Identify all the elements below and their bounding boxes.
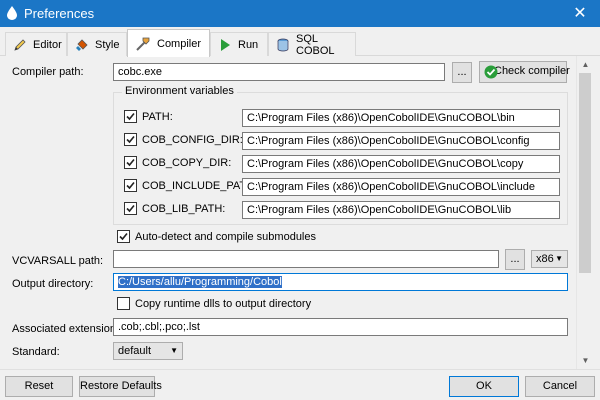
tab-label: Run xyxy=(238,38,259,51)
checkmark-icon xyxy=(126,158,135,167)
tab-style[interactable]: Style xyxy=(67,32,127,56)
tab-strip: Editor Style Compiler Run SQL COBOL xyxy=(0,27,600,57)
arch-select[interactable]: x86 ▼ xyxy=(531,250,568,268)
compiler-icon xyxy=(136,37,150,51)
tab-label: Compiler xyxy=(157,37,202,50)
cob-include-path-label: COB_INCLUDE_PATH: xyxy=(142,180,258,192)
dialog-button-bar: Reset Restore Defaults OK Cancel xyxy=(0,369,600,400)
path-label: PATH: xyxy=(142,111,173,123)
tab-compiler[interactable]: Compiler xyxy=(127,29,210,57)
output-directory-input[interactable]: C:/Users/allu/Programming/Cobol xyxy=(113,273,568,291)
title-bar: Preferences ✕ xyxy=(0,0,600,27)
cob-config-dir-input[interactable]: C:\Program Files (x86)\OpenCobolIDE\GnuC… xyxy=(242,132,560,150)
standard-label: Standard: xyxy=(12,346,60,358)
auto-detect-label: Auto-detect and compile submodules xyxy=(135,231,316,243)
checkmark-icon xyxy=(126,204,135,213)
tab-run[interactable]: Run xyxy=(210,32,268,56)
copy-dlls-label: Copy runtime dlls to output directory xyxy=(135,298,312,310)
path-checkbox[interactable] xyxy=(124,110,137,123)
checkmark-icon xyxy=(119,232,128,241)
associated-extensions-label: Associated extensions: xyxy=(12,323,125,335)
tab-label: Editor xyxy=(33,38,62,51)
scroll-up-icon[interactable]: ▲ xyxy=(577,56,594,73)
compiler-path-label: Compiler path: xyxy=(12,66,84,78)
compiler-settings-panel: Compiler path: cobc.exe ... Check compil… xyxy=(0,56,600,369)
app-icon xyxy=(7,6,17,20)
chevron-down-icon: ▼ xyxy=(555,254,563,263)
checkmark-icon xyxy=(126,181,135,190)
check-compiler-label: Check compiler xyxy=(494,65,570,77)
output-directory-label: Output directory: xyxy=(12,278,94,290)
cob-copy-dir-label: COB_COPY_DIR: xyxy=(142,157,232,169)
window-title: Preferences xyxy=(24,6,95,21)
checkmark-icon xyxy=(126,112,135,121)
check-compiler-button[interactable]: Check compiler xyxy=(479,61,570,83)
standard-select-value: default xyxy=(118,345,152,357)
scroll-down-icon[interactable]: ▼ xyxy=(577,352,594,369)
cob-include-path-input[interactable]: C:\Program Files (x86)\OpenCobolIDE\GnuC… xyxy=(242,178,560,196)
vcvarsall-label: VCVARSALL path: xyxy=(12,255,104,267)
tab-sql-cobol[interactable]: SQL COBOL xyxy=(268,32,356,57)
compiler-path-browse-button[interactable]: ... xyxy=(452,62,472,83)
cob-include-path-checkbox[interactable] xyxy=(124,179,137,192)
close-window-button[interactable]: ✕ xyxy=(560,0,600,27)
tab-label: SQL COBOL xyxy=(296,32,335,57)
cob-copy-dir-checkbox[interactable] xyxy=(124,156,137,169)
arch-select-value: x86 xyxy=(536,253,554,265)
reset-button[interactable]: Reset xyxy=(5,376,73,397)
checkmark-icon xyxy=(126,135,135,144)
vertical-scrollbar[interactable]: ▲ ▼ xyxy=(576,56,593,369)
tab-label: Style xyxy=(95,38,120,51)
ok-button[interactable]: OK xyxy=(449,376,519,397)
cob-copy-dir-input[interactable]: C:\Program Files (x86)\OpenCobolIDE\GnuC… xyxy=(242,155,560,173)
play-icon xyxy=(221,38,230,51)
cob-lib-path-label: COB_LIB_PATH: xyxy=(142,203,226,215)
paint-bucket-icon xyxy=(76,38,88,51)
cob-config-dir-label: COB_CONFIG_DIR: xyxy=(142,134,243,146)
chevron-down-icon: ▼ xyxy=(170,346,178,355)
scrollbar-thumb[interactable] xyxy=(579,73,591,273)
output-directory-value: C:/Users/allu/Programming/Cobol xyxy=(118,276,282,288)
associated-extensions-input[interactable]: .cob;.cbl;.pco;.lst xyxy=(113,318,568,336)
cob-config-dir-checkbox[interactable] xyxy=(124,133,137,146)
pencil-icon xyxy=(14,38,26,51)
database-icon xyxy=(277,38,289,51)
cob-lib-path-input[interactable]: C:\Program Files (x86)\OpenCobolIDE\GnuC… xyxy=(242,201,560,219)
copy-dlls-checkbox[interactable] xyxy=(117,297,130,310)
standard-select[interactable]: default ▼ xyxy=(113,342,183,360)
vcvarsall-input[interactable] xyxy=(113,250,499,268)
cob-lib-path-checkbox[interactable] xyxy=(124,202,137,215)
tab-editor[interactable]: Editor xyxy=(5,32,67,56)
environment-variables-legend: Environment variables xyxy=(122,85,237,97)
path-input[interactable]: C:\Program Files (x86)\OpenCobolIDE\GnuC… xyxy=(242,109,560,127)
check-circle-icon xyxy=(484,65,498,79)
vcvarsall-browse-button[interactable]: ... xyxy=(505,249,525,270)
auto-detect-checkbox[interactable] xyxy=(117,230,130,243)
cancel-button[interactable]: Cancel xyxy=(525,376,595,397)
restore-defaults-button[interactable]: Restore Defaults xyxy=(79,376,162,397)
compiler-path-input[interactable]: cobc.exe xyxy=(113,63,445,81)
